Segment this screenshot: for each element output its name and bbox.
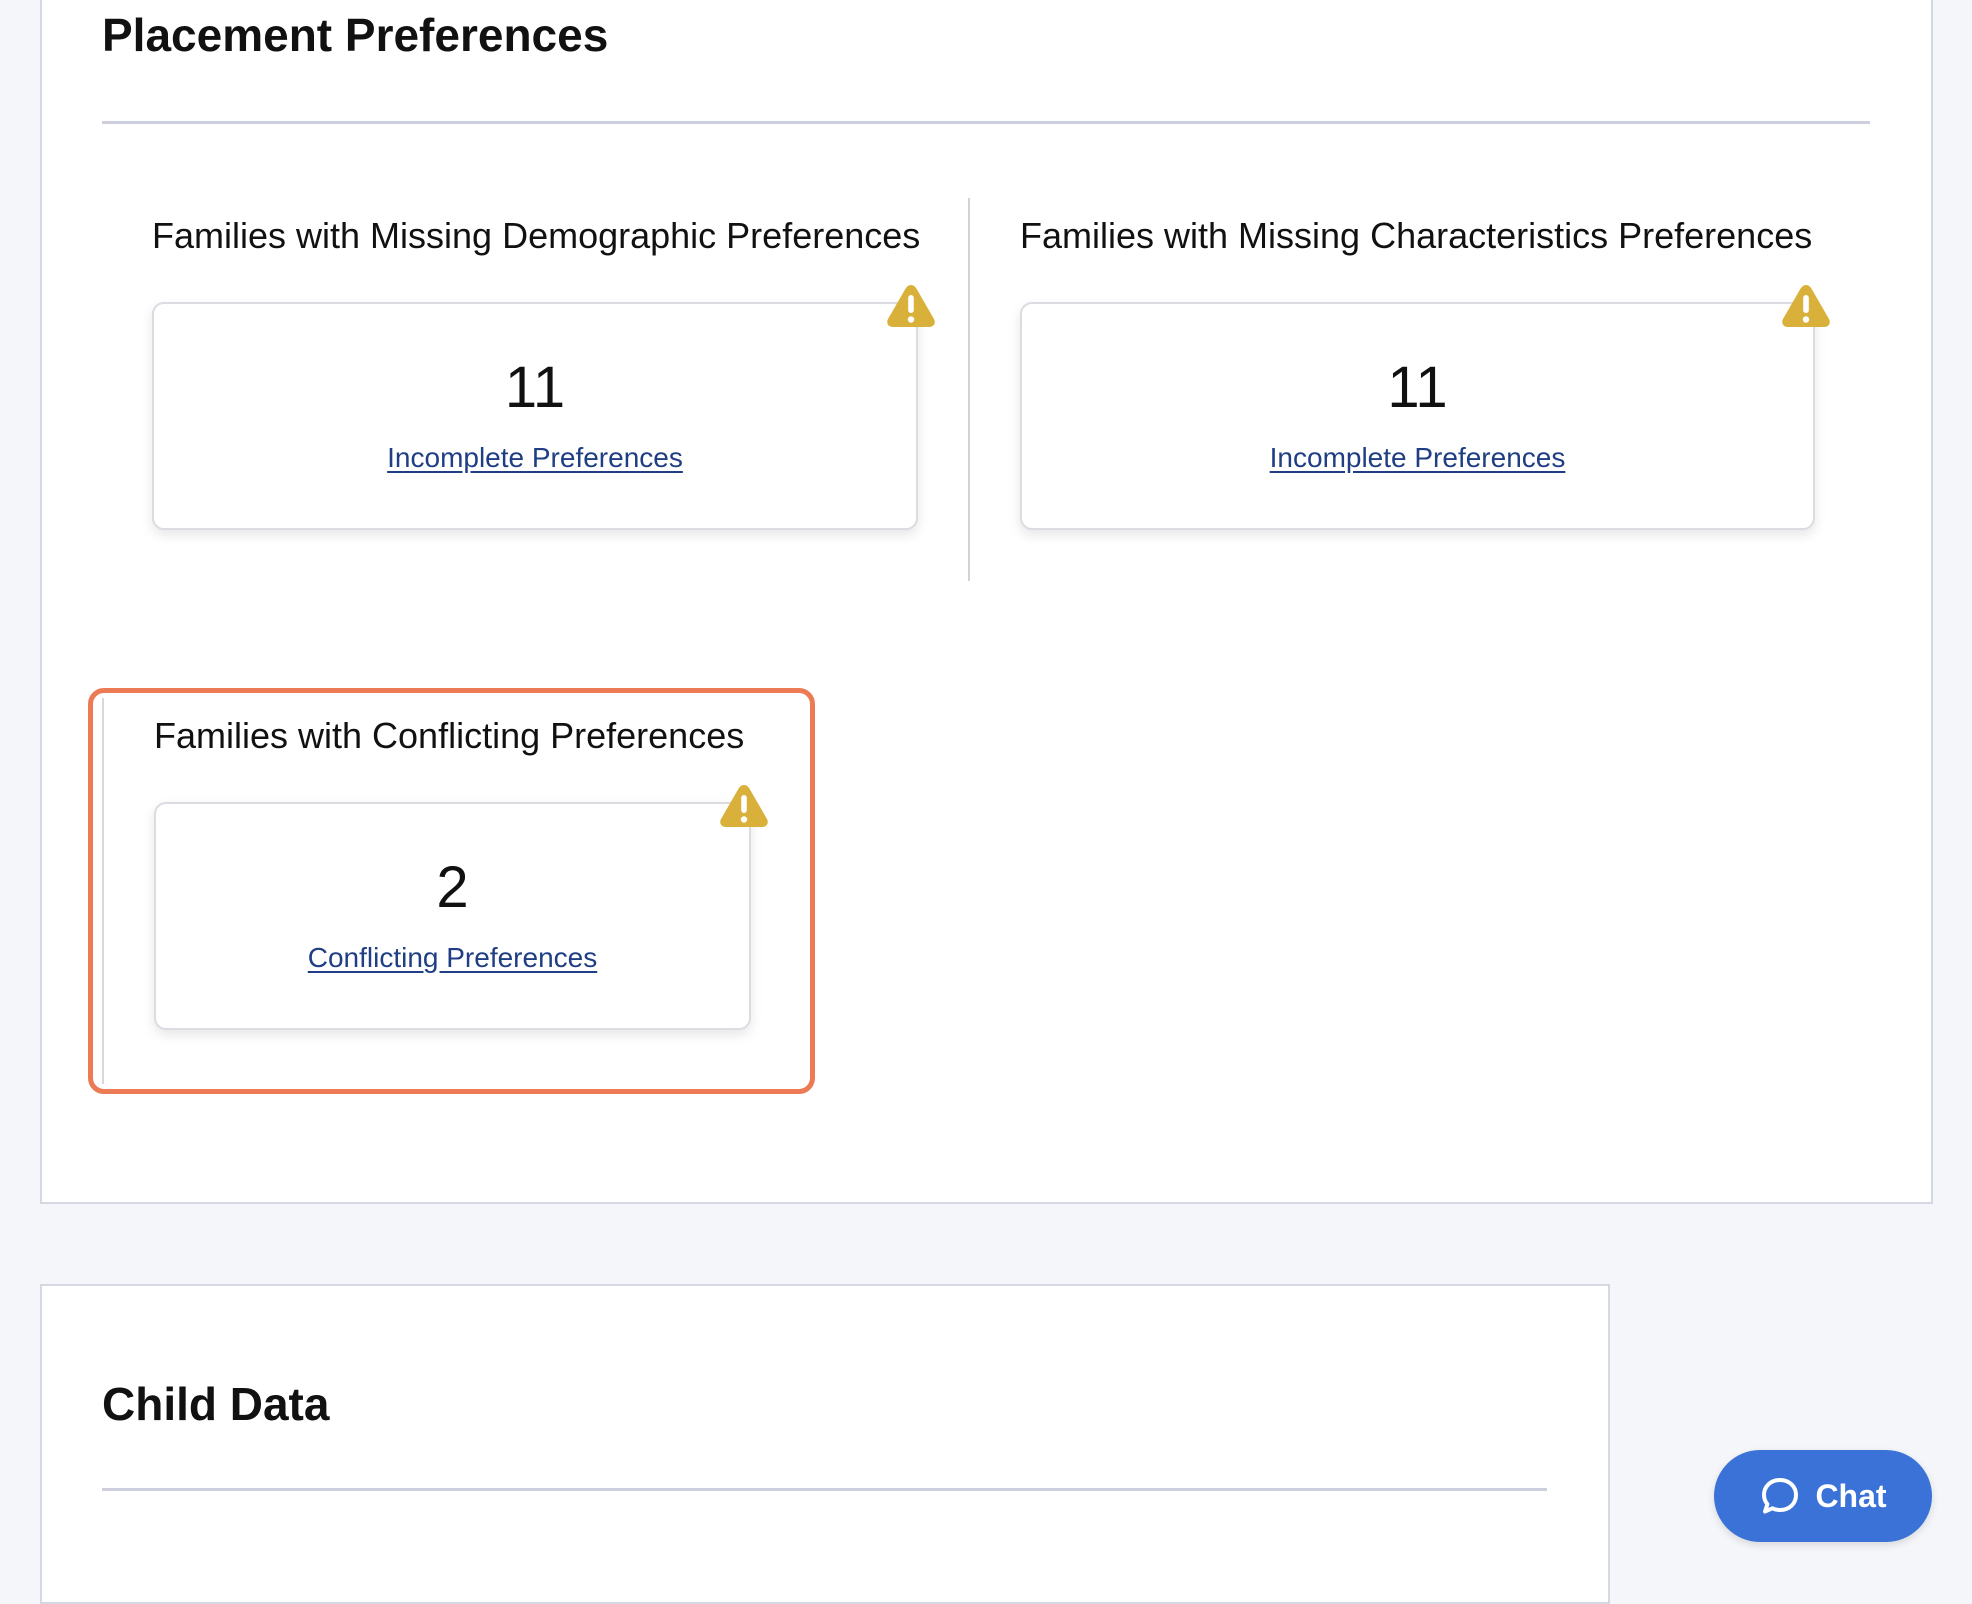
child-data-title: Child Data — [102, 1378, 330, 1430]
conflicting-preferences-card: 2 Conflicting Preferences — [154, 802, 751, 1030]
missing-characteristics-card: 11 Incomplete Preferences — [1020, 302, 1815, 530]
section-divider — [102, 1488, 1547, 1491]
warning-icon — [887, 285, 935, 327]
conflicting-preferences-title: Families with Conflicting Preferences — [154, 715, 745, 756]
conflicting-preferences-count: 2 — [436, 855, 469, 920]
missing-characteristics-count: 11 — [1387, 355, 1448, 420]
incomplete-preferences-link[interactable]: Incomplete Preferences — [154, 444, 916, 472]
chat-label: Chat — [1815, 1478, 1887, 1514]
widget-left-border — [102, 698, 104, 1084]
missing-characteristics-title: Families with Missing Characteristics Pr… — [1020, 215, 1813, 256]
placement-preferences-title: Placement Preferences — [102, 9, 609, 61]
section-divider — [102, 121, 1870, 124]
incomplete-preferences-link[interactable]: Incomplete Preferences — [1022, 444, 1813, 472]
column-separator — [968, 198, 970, 581]
chat-bubble-icon — [1762, 1478, 1799, 1514]
chat-button[interactable]: Chat — [1714, 1450, 1932, 1542]
child-data-panel — [40, 1284, 1610, 1604]
missing-demographic-count: 11 — [504, 355, 566, 420]
warning-icon — [1782, 285, 1830, 327]
missing-demographic-card: 11 Incomplete Preferences — [152, 302, 918, 530]
missing-demographic-title: Families with Missing Demographic Prefer… — [152, 215, 921, 256]
warning-icon — [720, 785, 768, 827]
conflicting-preferences-link[interactable]: Conflicting Preferences — [156, 944, 749, 972]
